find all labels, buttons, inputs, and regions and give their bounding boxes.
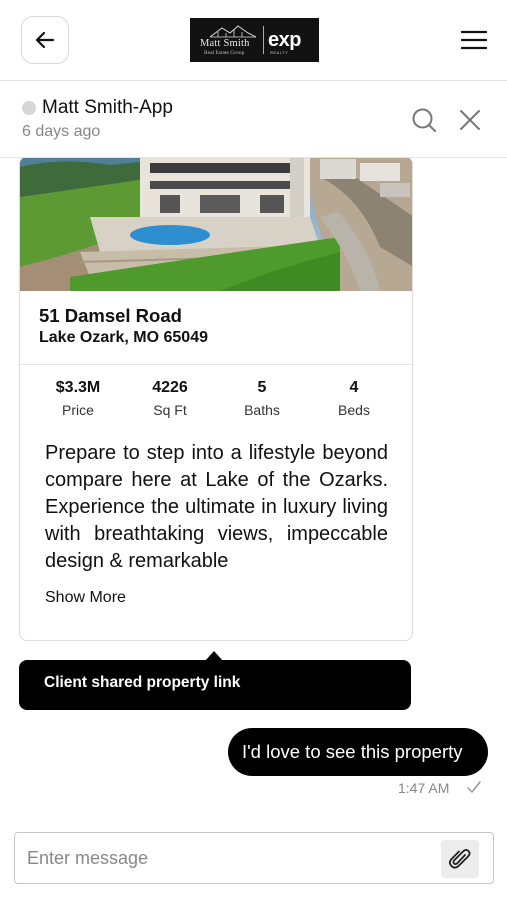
stat-baths: 5 Baths — [217, 379, 307, 418]
search-icon — [412, 108, 436, 132]
hamburger-menu-icon — [461, 30, 487, 50]
logo-divider — [263, 26, 264, 54]
search-button[interactable] — [410, 106, 438, 134]
show-more-link[interactable]: Show More — [45, 589, 126, 607]
logo-exp-sub: REALTY — [270, 50, 289, 55]
stat-beds: 4 Beds — [309, 379, 399, 418]
menu-button[interactable] — [456, 24, 492, 56]
brand-logo[interactable]: Matt Smith Real Estate Group exp REALTY — [190, 18, 319, 62]
presence-status-dot — [22, 101, 36, 115]
composer-bar — [0, 818, 507, 900]
stat-label: Price — [62, 402, 94, 418]
logo-brand-name: Matt Smith — [200, 38, 250, 49]
shared-link-notice: Client shared property link — [19, 660, 411, 710]
logo-exp-text: exp — [268, 29, 301, 51]
property-city: Lake Ozark, MO 65049 — [39, 329, 208, 346]
property-address: 51 Damsel Road Lake Ozark, MO 65049 — [20, 291, 412, 365]
check-icon — [467, 781, 481, 793]
close-chat-button[interactable] — [456, 106, 484, 134]
chat-header: Matt Smith-App 6 days ago — [0, 80, 507, 158]
property-street: 51 Damsel Road — [39, 305, 182, 326]
message-composer — [14, 832, 494, 884]
house-logo-icon — [209, 25, 257, 38]
property-description: Prepare to step into a lifestyle beyond … — [45, 442, 388, 572]
message-list[interactable]: 51 Damsel Road Lake Ozark, MO 65049 $3.3… — [0, 158, 507, 818]
message-timestamp: 1:47 AM — [398, 780, 450, 796]
property-stats: $3.3M Price 4226 Sq Ft 5 Baths 4 Beds — [20, 379, 412, 429]
arrow-left-icon — [35, 31, 55, 49]
stat-value: 5 — [257, 379, 267, 396]
stat-label: Beds — [338, 402, 370, 418]
attach-button[interactable] — [441, 840, 479, 878]
outgoing-message-bubble[interactable]: I'd love to see this property — [228, 728, 488, 776]
stat-label: Sq Ft — [153, 402, 187, 418]
paperclip-icon — [448, 848, 471, 869]
stat-value: 4 — [349, 379, 359, 396]
contact-name: Matt Smith-App — [42, 97, 173, 118]
close-icon — [460, 110, 480, 130]
stat-sqft: 4226 Sq Ft — [125, 379, 215, 418]
last-seen-text: 6 days ago — [22, 123, 101, 140]
stat-value: $3.3M — [55, 379, 101, 396]
stat-label: Baths — [244, 402, 280, 418]
property-card[interactable]: 51 Damsel Road Lake Ozark, MO 65049 $3.3… — [19, 158, 413, 641]
back-button[interactable] — [21, 16, 69, 64]
logo-brand-sub: Real Estate Group — [204, 50, 245, 56]
message-input[interactable] — [27, 841, 437, 875]
stat-price: $3.3M Price — [33, 379, 123, 418]
stat-value: 4226 — [152, 379, 188, 396]
property-photo[interactable] — [20, 158, 413, 291]
app-top-bar: Matt Smith Real Estate Group exp REALTY — [0, 0, 507, 80]
